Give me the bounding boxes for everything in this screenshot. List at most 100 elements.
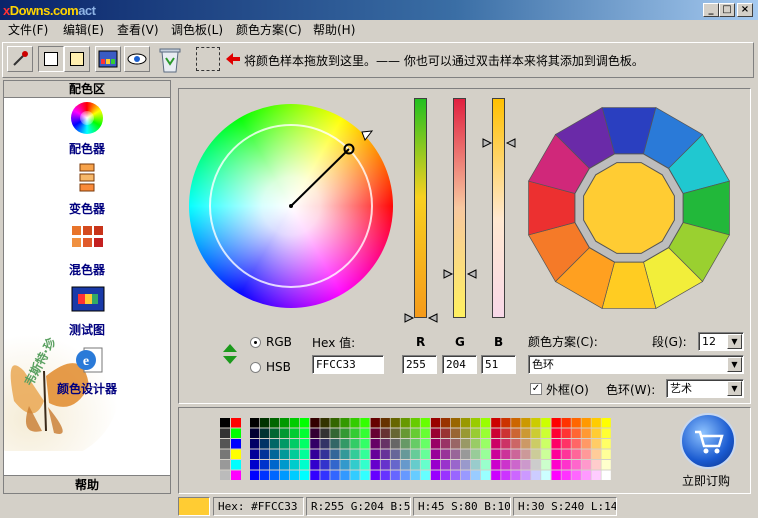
palette-swatch[interactable] bbox=[511, 460, 521, 470]
palette-swatch[interactable] bbox=[340, 439, 350, 449]
palette-swatch[interactable] bbox=[290, 460, 300, 470]
preset-swatch[interactable] bbox=[220, 460, 230, 470]
palette-swatch[interactable] bbox=[300, 428, 310, 439]
palette-swatch[interactable] bbox=[591, 449, 601, 460]
palette-swatch[interactable] bbox=[571, 470, 581, 481]
palette-swatch[interactable] bbox=[280, 418, 290, 428]
palette-swatch[interactable] bbox=[501, 418, 511, 428]
palette-swatch[interactable] bbox=[260, 439, 270, 449]
palette-swatch[interactable] bbox=[440, 449, 451, 460]
buy-now-button[interactable] bbox=[680, 413, 736, 469]
palette-swatch[interactable] bbox=[521, 470, 531, 481]
mode-arrows-icon[interactable] bbox=[222, 342, 238, 366]
palette-swatch[interactable] bbox=[430, 449, 441, 460]
palette-swatch[interactable] bbox=[521, 460, 531, 470]
palette-swatch[interactable] bbox=[270, 418, 280, 428]
palette-swatch[interactable] bbox=[541, 418, 551, 428]
palette-swatch[interactable] bbox=[450, 470, 461, 481]
palette-swatch[interactable] bbox=[521, 428, 531, 439]
palette-swatch[interactable] bbox=[571, 439, 581, 449]
preset-swatch[interactable] bbox=[231, 439, 241, 449]
palette-swatch[interactable] bbox=[460, 470, 471, 481]
menu-help[interactable]: 帮助(H) bbox=[313, 22, 355, 38]
menu-edit[interactable]: 编辑(E) bbox=[63, 22, 104, 38]
wheel-select[interactable]: 艺术 ▼ bbox=[666, 379, 744, 398]
palette-swatch[interactable] bbox=[360, 418, 370, 428]
palette-swatch[interactable] bbox=[370, 428, 380, 439]
palette-swatch[interactable] bbox=[581, 418, 591, 428]
palette-swatch[interactable] bbox=[410, 439, 420, 449]
b-input[interactable]: 51 bbox=[481, 355, 516, 374]
palette-swatch[interactable] bbox=[450, 428, 461, 439]
palette-swatch[interactable] bbox=[330, 418, 340, 428]
sidebar-help-button[interactable]: 帮助 bbox=[4, 475, 170, 493]
r-input[interactable]: 255 bbox=[402, 355, 437, 374]
palette-swatch[interactable] bbox=[491, 460, 501, 470]
palette-swatch[interactable] bbox=[571, 449, 581, 460]
palette-swatch[interactable] bbox=[260, 449, 270, 460]
palette-swatch[interactable] bbox=[260, 470, 270, 481]
palette-swatch[interactable] bbox=[320, 418, 330, 428]
palette-swatch[interactable] bbox=[501, 470, 511, 481]
palette-swatch[interactable] bbox=[470, 449, 481, 460]
palette-swatch[interactable] bbox=[250, 428, 260, 439]
palette-swatch[interactable] bbox=[601, 439, 611, 449]
menu-palette[interactable]: 调色板(L) bbox=[171, 22, 223, 38]
palette-swatch[interactable] bbox=[470, 439, 481, 449]
sidebar-item-color-mixer[interactable]: 混色器 bbox=[4, 223, 170, 279]
preset-swatch[interactable] bbox=[220, 449, 230, 460]
palette-swatch[interactable] bbox=[571, 428, 581, 439]
palette-swatch[interactable] bbox=[370, 418, 380, 428]
palette-swatch[interactable] bbox=[480, 418, 491, 428]
palette-swatch[interactable] bbox=[270, 428, 280, 439]
palette-swatch[interactable] bbox=[390, 418, 400, 428]
palette-swatch[interactable] bbox=[340, 460, 350, 470]
palette-swatch[interactable] bbox=[521, 439, 531, 449]
green-slider-track[interactable] bbox=[453, 98, 466, 318]
palette-swatch[interactable] bbox=[360, 428, 370, 439]
palette-swatch[interactable] bbox=[551, 439, 561, 449]
palette-swatch[interactable] bbox=[501, 428, 511, 439]
palette-swatch[interactable] bbox=[370, 470, 380, 481]
palette-swatch[interactable] bbox=[300, 439, 310, 449]
palette-swatch[interactable] bbox=[561, 470, 571, 481]
green-slider-thumb[interactable] bbox=[443, 268, 477, 280]
palette-swatch[interactable] bbox=[450, 418, 461, 428]
palette-swatch[interactable] bbox=[280, 460, 290, 470]
palette-swatch[interactable] bbox=[350, 418, 360, 428]
palette-swatch[interactable] bbox=[591, 428, 601, 439]
palette-swatch[interactable] bbox=[561, 439, 571, 449]
sidebar-item-color-matcher[interactable]: 配色器 bbox=[4, 102, 170, 158]
red-slider-thumb[interactable] bbox=[404, 312, 438, 324]
palette-swatch[interactable] bbox=[470, 428, 481, 439]
hue-wheel-marker[interactable] bbox=[189, 104, 393, 308]
palette-swatch[interactable] bbox=[430, 470, 441, 481]
palette-swatch[interactable] bbox=[511, 439, 521, 449]
palette-swatch[interactable] bbox=[400, 460, 410, 470]
palette-swatch[interactable] bbox=[601, 428, 611, 439]
preset-swatch[interactable] bbox=[220, 439, 230, 449]
mode-rgb-radio[interactable] bbox=[250, 337, 261, 348]
palette-swatch[interactable] bbox=[420, 470, 430, 481]
scheme-select[interactable]: 色环 ▼ bbox=[528, 355, 744, 374]
palette-swatch[interactable] bbox=[440, 418, 451, 428]
palette-swatch[interactable] bbox=[430, 460, 441, 470]
palette-swatch[interactable] bbox=[290, 418, 300, 428]
palette-swatch[interactable] bbox=[480, 439, 491, 449]
preset-swatch[interactable] bbox=[231, 428, 241, 439]
palette-swatch[interactable] bbox=[340, 449, 350, 460]
sidebar-item-color-designer[interactable]: e 颜色设计器 bbox=[4, 344, 170, 400]
palette-swatch[interactable] bbox=[300, 449, 310, 460]
palette-swatch[interactable] bbox=[521, 418, 531, 428]
palette-swatch[interactable] bbox=[290, 439, 300, 449]
palette-swatch[interactable] bbox=[501, 449, 511, 460]
palette-swatch[interactable] bbox=[541, 470, 551, 481]
palette-swatch[interactable] bbox=[551, 449, 561, 460]
palette-swatch[interactable] bbox=[480, 428, 491, 439]
palette-swatch[interactable] bbox=[470, 460, 481, 470]
palette-swatch[interactable] bbox=[380, 439, 390, 449]
palette-swatch[interactable] bbox=[420, 439, 430, 449]
palette-swatch[interactable] bbox=[270, 449, 280, 460]
palette-swatch[interactable] bbox=[400, 418, 410, 428]
palette-swatch[interactable] bbox=[280, 449, 290, 460]
